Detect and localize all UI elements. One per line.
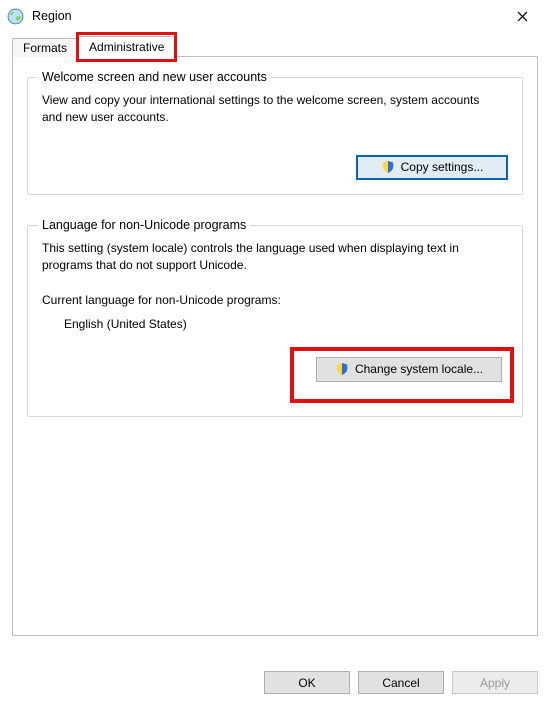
cancel-button[interactable]: Cancel [358,671,444,694]
tab-formats-label: Formats [23,41,67,55]
globe-icon [6,7,24,25]
copy-settings-button[interactable]: Copy settings... [356,155,508,180]
change-system-locale-button[interactable]: Change system locale... [316,357,502,382]
close-button[interactable] [500,0,544,32]
titlebar: Region [0,0,550,32]
shield-icon [381,160,395,174]
group-nonunicode: Language for non-Unicode programs This s… [27,225,523,417]
ok-button[interactable]: OK [264,671,350,694]
window-title: Region [32,9,500,23]
tab-administrative-label: Administrative [89,40,164,54]
ok-label: OK [298,676,315,690]
tab-panel: Welcome screen and new user accounts Vie… [12,56,538,636]
current-language-value: English (United States) [42,317,508,331]
group-welcome-title: Welcome screen and new user accounts [38,70,271,84]
copy-settings-label: Copy settings... [401,160,484,174]
change-system-locale-label: Change system locale... [355,362,483,376]
welcome-desc: View and copy your international setting… [42,92,502,127]
cancel-label: Cancel [382,676,419,690]
tab-administrative[interactable]: Administrative [78,36,175,58]
content-area: Formats Administrative Welcome screen an… [0,32,550,706]
apply-label: Apply [480,676,510,690]
region-dialog: Region Formats Administrative Welcome sc… [0,0,550,706]
shield-icon [335,362,349,376]
group-nonunicode-title: Language for non-Unicode programs [38,218,250,232]
nonunicode-desc: This setting (system locale) controls th… [42,240,502,275]
tab-strip: Formats Administrative [12,36,538,57]
apply-button: Apply [452,671,538,694]
current-language-label: Current language for non-Unicode program… [42,293,508,307]
group-welcome-screen: Welcome screen and new user accounts Vie… [27,77,523,195]
dialog-footer: OK Cancel Apply [264,671,538,694]
tab-formats[interactable]: Formats [12,38,78,57]
